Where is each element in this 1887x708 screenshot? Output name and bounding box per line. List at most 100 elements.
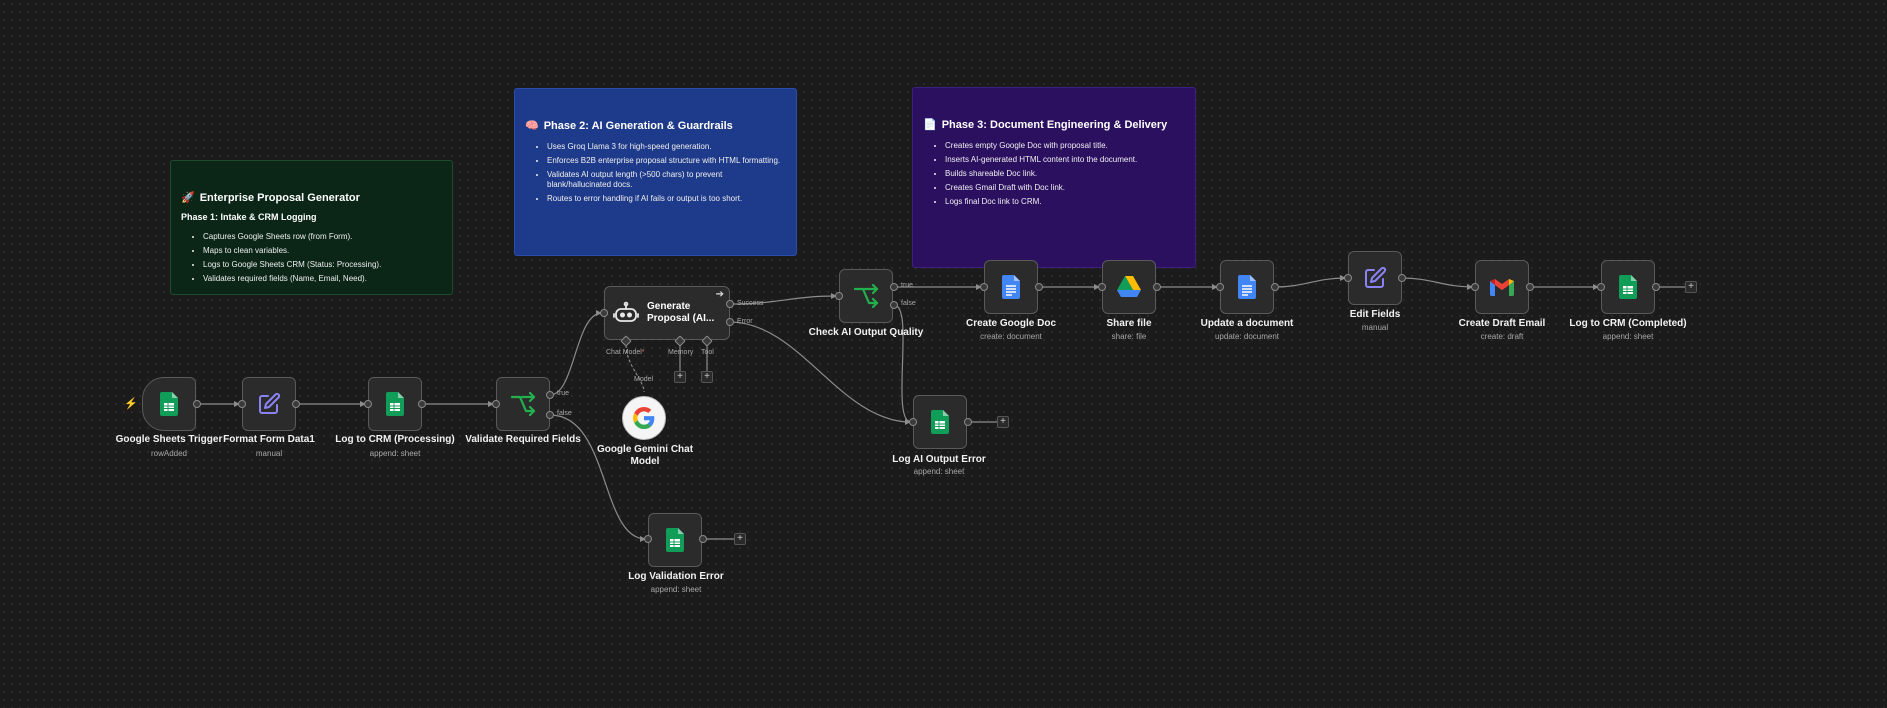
- if-branch-icon: [510, 392, 536, 416]
- google-sheets-icon: [666, 528, 684, 552]
- output-handle-true[interactable]: [890, 283, 898, 291]
- output-handle[interactable]: [1398, 274, 1406, 282]
- node-check-ai-output-quality[interactable]: [839, 269, 893, 323]
- add-node-button[interactable]: +: [734, 533, 746, 545]
- node-label: Validate Required Fields: [465, 434, 581, 445]
- output-handle[interactable]: [1153, 283, 1161, 291]
- node-label: Edit Fields: [1349, 309, 1401, 320]
- output-handle-false[interactable]: [890, 301, 898, 309]
- google-sheets-icon: [386, 392, 404, 416]
- output-handle-error[interactable]: [726, 318, 734, 326]
- sticky-note-phase3[interactable]: 📄 Phase 3: Document Engineering & Deliver…: [912, 87, 1196, 268]
- edge-validate-true-to-generate: [549, 312, 603, 396]
- run-arrow-icon[interactable]: ➔: [716, 289, 724, 300]
- add-node-button[interactable]: +: [1685, 281, 1697, 293]
- output-handle[interactable]: [1652, 283, 1660, 291]
- node-label: Check AI Output Quality: [808, 327, 924, 338]
- document-icon: 📄: [923, 119, 937, 131]
- node-log-crm-completed[interactable]: [1601, 260, 1655, 314]
- list-item: Validates AI output length (>500 chars) …: [547, 170, 786, 190]
- input-handle[interactable]: [909, 418, 917, 426]
- gmail-icon: [1490, 278, 1514, 296]
- input-handle[interactable]: [1597, 283, 1605, 291]
- port-label-tool: Tool: [701, 349, 714, 356]
- sticky-title: 🧠 Phase 2: AI Generation & Guardrails: [525, 119, 733, 133]
- port-label-chat-model: Chat Model*: [606, 349, 645, 356]
- google-g-icon: [633, 407, 655, 429]
- branch-label-true: true: [901, 282, 914, 289]
- edge-update-to-edit: [1274, 277, 1347, 288]
- google-drive-icon: [1117, 276, 1141, 298]
- branch-label-false: false: [557, 410, 572, 417]
- output-handle-success[interactable]: [726, 300, 734, 308]
- node-log-crm-processing[interactable]: [368, 377, 422, 431]
- input-handle[interactable]: [644, 535, 652, 543]
- sticky-title: 🚀 Enterprise Proposal Generator: [181, 191, 360, 205]
- output-handle[interactable]: [1526, 283, 1534, 291]
- add-memory-button[interactable]: +: [674, 371, 686, 383]
- node-generate-proposal-ai[interactable]: Generate Proposal (AI... ➔: [604, 286, 730, 340]
- list-item: Captures Google Sheets row (from Form).: [203, 232, 442, 242]
- node-validate-required-fields[interactable]: [496, 377, 550, 431]
- node-google-sheets-trigger[interactable]: [142, 377, 196, 431]
- input-handle[interactable]: [1098, 283, 1106, 291]
- google-sheets-icon: [931, 410, 949, 434]
- node-edit-fields[interactable]: [1348, 251, 1402, 305]
- node-subtitle: create: document: [980, 332, 1042, 341]
- input-handle[interactable]: [980, 283, 988, 291]
- trigger-bolt-icon: ⚡: [124, 398, 138, 410]
- sticky-list: Creates empty Google Doc with proposal t…: [923, 141, 1185, 207]
- output-handle[interactable]: [1035, 283, 1043, 291]
- output-handle[interactable]: [964, 418, 972, 426]
- sticky-note-phase1[interactable]: 🚀 Enterprise Proposal Generator Phase 1: …: [170, 160, 453, 295]
- input-handle[interactable]: [835, 292, 843, 300]
- port-label-memory: Memory: [668, 349, 694, 356]
- input-handle[interactable]: [238, 400, 246, 408]
- node-label: Format Form Data1: [223, 434, 315, 445]
- node-subtitle: append: sheet: [650, 585, 702, 594]
- output-handle-false[interactable]: [546, 411, 554, 419]
- input-handle[interactable]: [1471, 283, 1479, 291]
- node-subtitle: append: sheet: [369, 449, 421, 458]
- node-label: Generate Proposal (AI...: [647, 301, 715, 324]
- output-handle[interactable]: [418, 400, 426, 408]
- node-log-validation-error[interactable]: [648, 513, 702, 567]
- sticky-note-phase2[interactable]: 🧠Phase 2: AI Generation & Guardrails Use…: [514, 88, 797, 256]
- edge-check-false-to-log-ai: [893, 304, 912, 423]
- node-log-ai-output-error[interactable]: [913, 395, 967, 449]
- node-share-file[interactable]: [1102, 260, 1156, 314]
- google-sheets-icon: [160, 392, 178, 416]
- output-handle-true[interactable]: [546, 391, 554, 399]
- node-label: Share file: [1106, 318, 1152, 329]
- node-format-form-data[interactable]: [242, 377, 296, 431]
- node-label-line2: Model: [630, 456, 660, 467]
- list-item: Enforces B2B enterprise proposal structu…: [547, 156, 786, 166]
- node-subtitle: create: draft: [1480, 332, 1524, 341]
- add-node-button[interactable]: +: [997, 416, 1009, 428]
- node-subtitle: append: sheet: [1602, 332, 1654, 341]
- output-handle[interactable]: [193, 400, 201, 408]
- output-handle[interactable]: [292, 400, 300, 408]
- google-docs-icon: [1238, 275, 1256, 299]
- input-handle[interactable]: [364, 400, 372, 408]
- node-subtitle: manual: [1361, 323, 1389, 332]
- output-handle[interactable]: [1271, 283, 1279, 291]
- input-handle[interactable]: [492, 400, 500, 408]
- list-item: Creates Gmail Draft with Doc link.: [945, 183, 1185, 193]
- node-update-document[interactable]: [1220, 260, 1274, 314]
- sticky-list: Uses Groq Llama 3 for high-speed generat…: [525, 142, 786, 204]
- node-label-line1: Google Gemini Chat: [596, 444, 694, 455]
- node-google-gemini-chat-model[interactable]: [622, 396, 666, 440]
- add-tool-button[interactable]: +: [701, 371, 713, 383]
- list-item: Creates empty Google Doc with proposal t…: [945, 141, 1185, 151]
- output-handle[interactable]: [699, 535, 707, 543]
- input-handle[interactable]: [1344, 274, 1352, 282]
- node-create-draft-email[interactable]: [1475, 260, 1529, 314]
- workflow-canvas[interactable]: 🚀 Enterprise Proposal Generator Phase 1: …: [0, 0, 1887, 708]
- list-item: Maps to clean variables.: [203, 246, 442, 256]
- input-handle[interactable]: [600, 309, 608, 317]
- node-create-google-doc[interactable]: [984, 260, 1038, 314]
- input-handle[interactable]: [1216, 283, 1224, 291]
- list-item: Routes to error handling if AI fails or …: [547, 194, 786, 204]
- branch-label-true: true: [557, 390, 570, 397]
